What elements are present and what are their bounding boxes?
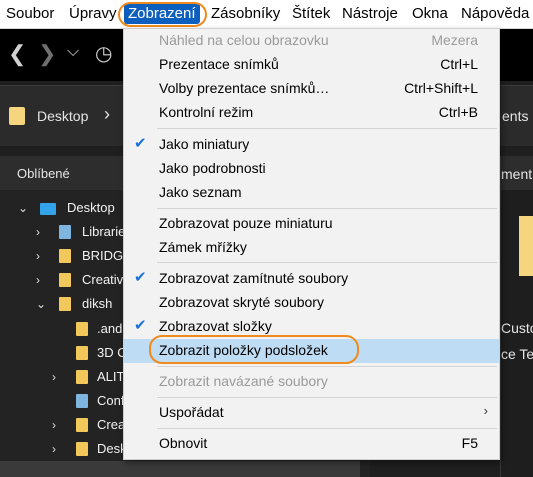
rp-header: ment bbox=[501, 156, 533, 190]
collapse-arrow-icon[interactable]: › bbox=[36, 249, 40, 263]
menu-napoveda[interactable]: Nápověda bbox=[461, 5, 529, 22]
folder-icon bbox=[59, 297, 71, 311]
folder-icon bbox=[76, 442, 88, 456]
selected-row[interactable] bbox=[0, 461, 360, 477]
rp-line2: ce Te bbox=[501, 346, 533, 362]
menu-zobrazeni[interactable]: Zobrazení bbox=[124, 3, 200, 24]
menu-separator bbox=[157, 262, 497, 263]
collapse-arrow-icon[interactable]: › bbox=[52, 418, 56, 432]
menu-item-label: Jako miniatury bbox=[159, 136, 250, 152]
folder-icon bbox=[59, 249, 71, 263]
menu-separator bbox=[157, 428, 497, 429]
menu-item-label: Jako podrobnosti bbox=[159, 160, 266, 176]
tree-item-desktop[interactable]: Desktop bbox=[67, 200, 115, 222]
menu-item-label: Uspořádat bbox=[159, 404, 224, 420]
submenu-arrow-icon: › bbox=[483, 403, 488, 418]
menu-item-thumbnail-only[interactable]: Zobrazovat pouze miniaturu bbox=[124, 212, 499, 236]
menu-item-label: Zobrazit navázané soubory bbox=[159, 373, 328, 389]
rp-line1: Custo bbox=[501, 320, 533, 336]
menu-item-shortcut: F5 bbox=[461, 435, 478, 451]
menu-item-label: Obnovit bbox=[159, 435, 208, 451]
check-icon: ✔ bbox=[134, 135, 147, 152]
rp-header-text[interactable]: ment bbox=[501, 166, 532, 182]
menu-item-as-details[interactable]: Jako podrobnosti bbox=[124, 157, 499, 181]
menu-item-label: Zobrazovat skryté soubory bbox=[159, 294, 324, 310]
menu-separator bbox=[157, 366, 497, 367]
panel-title-oblibene[interactable]: Oblíbené bbox=[17, 166, 70, 181]
menu-item-slideshow-options[interactable]: Volby prezentace snímků… Ctrl+Shift+L bbox=[124, 77, 499, 101]
menu-item-label: Jako seznam bbox=[159, 184, 242, 200]
menu-item-label: Zobrazovat pouze miniaturu bbox=[159, 215, 333, 231]
menu-item-label: Zobrazovat složky bbox=[159, 318, 272, 334]
menu-item-as-list[interactable]: Jako seznam bbox=[124, 181, 499, 205]
menu-separator bbox=[157, 397, 497, 398]
menu-item-show-hidden[interactable]: Zobrazovat skryté soubory bbox=[124, 291, 499, 315]
menu-item-label: Zámek mřížky bbox=[159, 239, 247, 255]
menu-soubor[interactable]: Soubor bbox=[6, 5, 54, 22]
folder-thumbnail-icon[interactable] bbox=[519, 216, 533, 276]
forward-icon[interactable]: ❯ bbox=[38, 41, 56, 67]
collapse-arrow-icon[interactable]: › bbox=[36, 273, 40, 287]
menu-item-shortcut: Ctrl+Shift+L bbox=[404, 80, 478, 96]
menu-item-label: Náhled na celou obrazovku bbox=[159, 32, 329, 48]
expand-arrow-icon[interactable]: ⌄ bbox=[36, 297, 46, 311]
path-right-text: ents bbox=[502, 108, 529, 124]
menu-item-fullscreen[interactable]: Náhled na celou obrazovku Mezera bbox=[124, 29, 499, 53]
menu-item-show-linked[interactable]: Zobrazit navázané soubory bbox=[124, 370, 499, 394]
menu-item-show-rejected[interactable]: ✔ Zobrazovat zamítnuté soubory bbox=[124, 267, 499, 291]
menu-stitek[interactable]: Štítek bbox=[292, 5, 330, 22]
menu-item-show-subfolder-items[interactable]: Zobrazit položky podsložek bbox=[124, 339, 499, 363]
expand-arrow-icon[interactable]: ⌄ bbox=[18, 201, 28, 215]
menu-item-label: Zobrazovat zamítnuté soubory bbox=[159, 270, 349, 286]
tree-item-diksh[interactable]: diksh bbox=[82, 296, 112, 318]
menu-item-grid-lock[interactable]: Zámek mřížky bbox=[124, 236, 499, 260]
path-segment-desktop[interactable]: Desktop bbox=[37, 108, 88, 124]
menu-upravy[interactable]: Úpravy bbox=[69, 5, 117, 22]
menu-item-label: Prezentace snímků bbox=[159, 56, 279, 72]
menu-item-label: Kontrolní režim bbox=[159, 104, 254, 120]
tree-item-alit[interactable]: ALIT bbox=[97, 369, 124, 391]
menu-okna[interactable]: Okna bbox=[412, 5, 448, 22]
history-icon[interactable]: ◷ bbox=[95, 41, 112, 66]
menu-item-refresh[interactable]: Obnovit F5 bbox=[124, 432, 499, 456]
desktop-folder-icon bbox=[9, 107, 25, 125]
content-panel: ment Custo ce Te bbox=[500, 156, 533, 477]
menu-nastroje[interactable]: Nástroje bbox=[342, 5, 398, 22]
tree-item-crea[interactable]: Crea bbox=[97, 417, 125, 439]
menu-separator bbox=[157, 128, 497, 129]
collapse-arrow-icon[interactable]: › bbox=[52, 442, 56, 456]
folder-icon bbox=[76, 322, 88, 336]
menu-item-label: Zobrazit položky podsložek bbox=[159, 342, 328, 358]
menu-item-shortcut: Ctrl+B bbox=[438, 104, 478, 120]
menubar: Soubor Úpravy Zobrazení Zásobníky Štítek… bbox=[0, 0, 533, 29]
menu-separator bbox=[157, 208, 497, 209]
menu-zasobniky[interactable]: Zásobníky bbox=[211, 5, 280, 22]
folder-icon bbox=[76, 346, 88, 360]
tree-item-and[interactable]: .and bbox=[97, 321, 122, 343]
menu-item-sort[interactable]: Uspořádat › bbox=[124, 401, 499, 425]
collapse-arrow-icon[interactable]: › bbox=[52, 370, 56, 384]
menu-item-show-folders[interactable]: ✔ Zobrazovat složky bbox=[124, 315, 499, 339]
desktop-icon bbox=[40, 203, 56, 215]
tree-item-conf[interactable]: Conf bbox=[97, 393, 124, 415]
check-icon: ✔ bbox=[134, 317, 147, 334]
menu-item-slideshow[interactable]: Prezentace snímků Ctrl+L bbox=[124, 53, 499, 77]
view-dropdown-menu: Náhled na celou obrazovku Mezera Prezent… bbox=[123, 28, 500, 460]
folder-icon bbox=[76, 370, 88, 384]
library-icon bbox=[59, 225, 71, 239]
menu-item-review-mode[interactable]: Kontrolní režim Ctrl+B bbox=[124, 101, 499, 125]
chevron-down-icon[interactable]: ⌵ bbox=[67, 43, 79, 61]
tree-item-libraries[interactable]: Librarie bbox=[82, 224, 125, 246]
menu-item-label: Volby prezentace snímků… bbox=[159, 80, 330, 96]
menu-item-as-thumbnails[interactable]: ✔ Jako miniatury bbox=[124, 133, 499, 157]
menu-item-shortcut: Mezera bbox=[431, 32, 478, 48]
back-icon[interactable]: ❮ bbox=[8, 41, 26, 67]
folder-icon bbox=[59, 273, 71, 287]
folder-icon bbox=[76, 418, 88, 432]
check-icon: ✔ bbox=[134, 269, 147, 286]
contacts-icon bbox=[76, 394, 88, 408]
menu-item-shortcut: Ctrl+L bbox=[440, 56, 478, 72]
collapse-arrow-icon[interactable]: › bbox=[36, 225, 40, 239]
chevron-right-icon[interactable]: › bbox=[104, 104, 110, 125]
